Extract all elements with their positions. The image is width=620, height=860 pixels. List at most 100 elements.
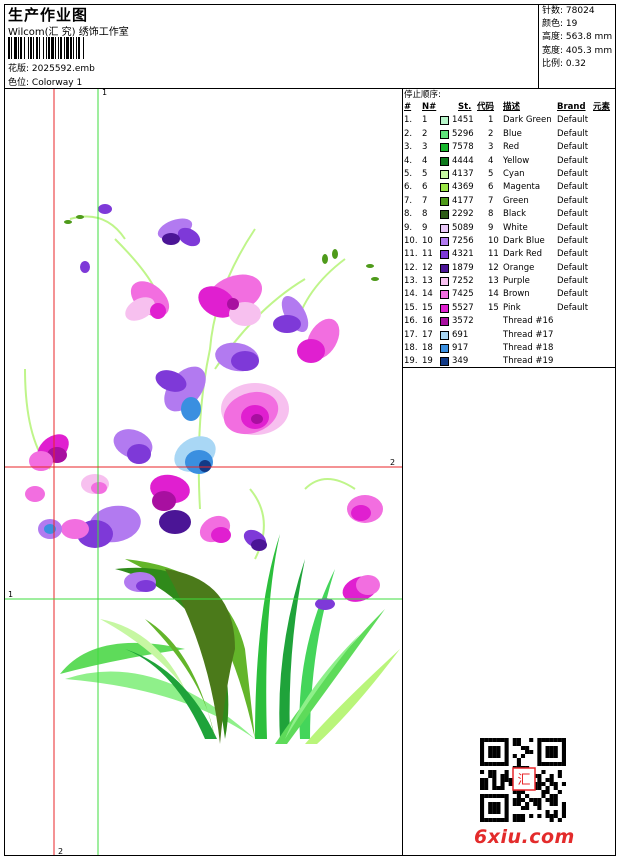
- table-row: 1. 1 1451 1 Dark Green Default: [404, 114, 616, 127]
- color-swatch: [440, 210, 449, 220]
- row-stitches: 3572: [452, 316, 474, 327]
- design-file-row: 花版: 2025592.emb: [8, 61, 95, 74]
- row-needle: 19: [422, 356, 433, 367]
- flower: [25, 486, 45, 502]
- color-swatch: [440, 263, 449, 273]
- flower: [215, 342, 259, 372]
- color-swatch: [440, 344, 449, 354]
- header-index: #: [404, 102, 412, 112]
- row-needle: 18: [422, 343, 433, 354]
- row-description: Black: [503, 209, 526, 220]
- leaf: [255, 534, 280, 739]
- qr-center-mark: 汇: [517, 773, 530, 788]
- row-needle: 14: [422, 289, 433, 300]
- row-stitches: 7252: [452, 276, 474, 287]
- company-name: Wilcom(汇 究) 绣饰工作室: [8, 27, 129, 38]
- design-file-value: 2025592.emb: [31, 64, 95, 74]
- color-swatch: [440, 196, 449, 206]
- color-swatch: [440, 169, 449, 179]
- table-row: 14. 14 7425 14 Brown Default: [404, 288, 616, 301]
- row-stitches: 691: [452, 329, 469, 340]
- barcode: [8, 37, 84, 59]
- flower: [315, 598, 335, 610]
- flower: [243, 529, 267, 551]
- flower: [347, 495, 383, 523]
- flower: [155, 366, 206, 421]
- table-row: 15. 15 5527 15 Pink Default: [404, 302, 616, 315]
- row-index: 15.: [404, 302, 418, 313]
- row-brand: Default: [557, 235, 589, 246]
- row-stitches: 5089: [452, 222, 474, 233]
- row-code: 5: [488, 168, 494, 179]
- row-brand: Default: [557, 276, 589, 287]
- row-code: 4: [488, 155, 494, 166]
- table-row: 9. 9 5089 9 White Default: [404, 222, 616, 235]
- row-brand: Default: [557, 182, 589, 193]
- color-swatch: [440, 330, 449, 340]
- row-stitches: 7578: [452, 142, 474, 153]
- row-description: Blue: [503, 128, 522, 139]
- color-swatch: [440, 317, 449, 327]
- row-index: 8.: [404, 209, 413, 220]
- bud: [98, 204, 112, 214]
- bud: [64, 220, 72, 224]
- row-needle: 5: [422, 168, 428, 179]
- table-row: 12. 12 1879 12 Orange Default: [404, 262, 616, 275]
- table-row: 7. 7 4177 7 Green Default: [404, 195, 616, 208]
- row-needle: 16: [422, 316, 433, 327]
- bud: [322, 254, 328, 264]
- row-stitches: 7425: [452, 289, 474, 300]
- row-stitches: 7256: [452, 235, 474, 246]
- row-index: 11.: [404, 249, 418, 260]
- row-code: 13: [488, 276, 499, 287]
- row-stitches: 4369: [452, 182, 474, 193]
- row-code: 7: [488, 195, 494, 206]
- row-index: 9.: [404, 222, 413, 233]
- table-row: 8. 8 2292 8 Black Default: [404, 208, 616, 221]
- flower: [199, 515, 231, 543]
- row-code: 8: [488, 209, 494, 220]
- flower: [150, 474, 190, 511]
- flower: [124, 572, 156, 592]
- row-needle: 6: [422, 182, 428, 193]
- table-row: 4. 4 4444 4 Yellow Default: [404, 155, 616, 168]
- color-swatch: [440, 129, 449, 139]
- header-code: 代码: [477, 102, 495, 112]
- table-row: 6. 6 4369 6 Magenta Default: [404, 181, 616, 194]
- row-code: 11: [488, 249, 499, 260]
- row-brand: Default: [557, 115, 589, 126]
- row-needle: 15: [422, 302, 433, 313]
- row-stitches: 5296: [452, 128, 474, 139]
- stat-height: 高度: 563.8 mm: [542, 32, 613, 43]
- row-brand: Default: [557, 262, 589, 273]
- row-index: 4.: [404, 155, 413, 166]
- row-brand: Default: [557, 302, 589, 313]
- watermark: 6xiu.com: [474, 826, 575, 848]
- row-description: Yellow: [503, 155, 530, 166]
- row-index: 19.: [404, 356, 418, 367]
- header-element: 元素: [593, 102, 611, 112]
- bud: [366, 264, 374, 268]
- leaf: [60, 642, 185, 674]
- row-brand: Default: [557, 155, 589, 166]
- row-code: 2: [488, 128, 494, 139]
- row-index: 2.: [404, 128, 413, 139]
- row-description: Magenta: [503, 182, 541, 193]
- row-index: 16.: [404, 316, 418, 327]
- row-index: 7.: [404, 195, 413, 206]
- bud: [332, 249, 338, 259]
- color-swatch: [440, 250, 449, 260]
- header-stitches: St.: [458, 102, 472, 112]
- row-description: Thread #19: [503, 356, 554, 367]
- color-swatch: [440, 357, 449, 367]
- table-title: 停止顺序:: [404, 90, 441, 100]
- stat-stitches: 针数: 78024: [542, 6, 595, 16]
- row-needle: 11: [422, 249, 433, 260]
- guide-marker-right: 2: [390, 458, 396, 467]
- page-title: 生产作业图: [8, 6, 89, 24]
- row-description: Cyan: [503, 168, 525, 179]
- colorway-value: Colorway 1: [31, 78, 83, 88]
- row-index: 13.: [404, 276, 418, 287]
- table-row: 2. 2 5296 2 Blue Default: [404, 128, 616, 141]
- row-brand: Default: [557, 128, 589, 139]
